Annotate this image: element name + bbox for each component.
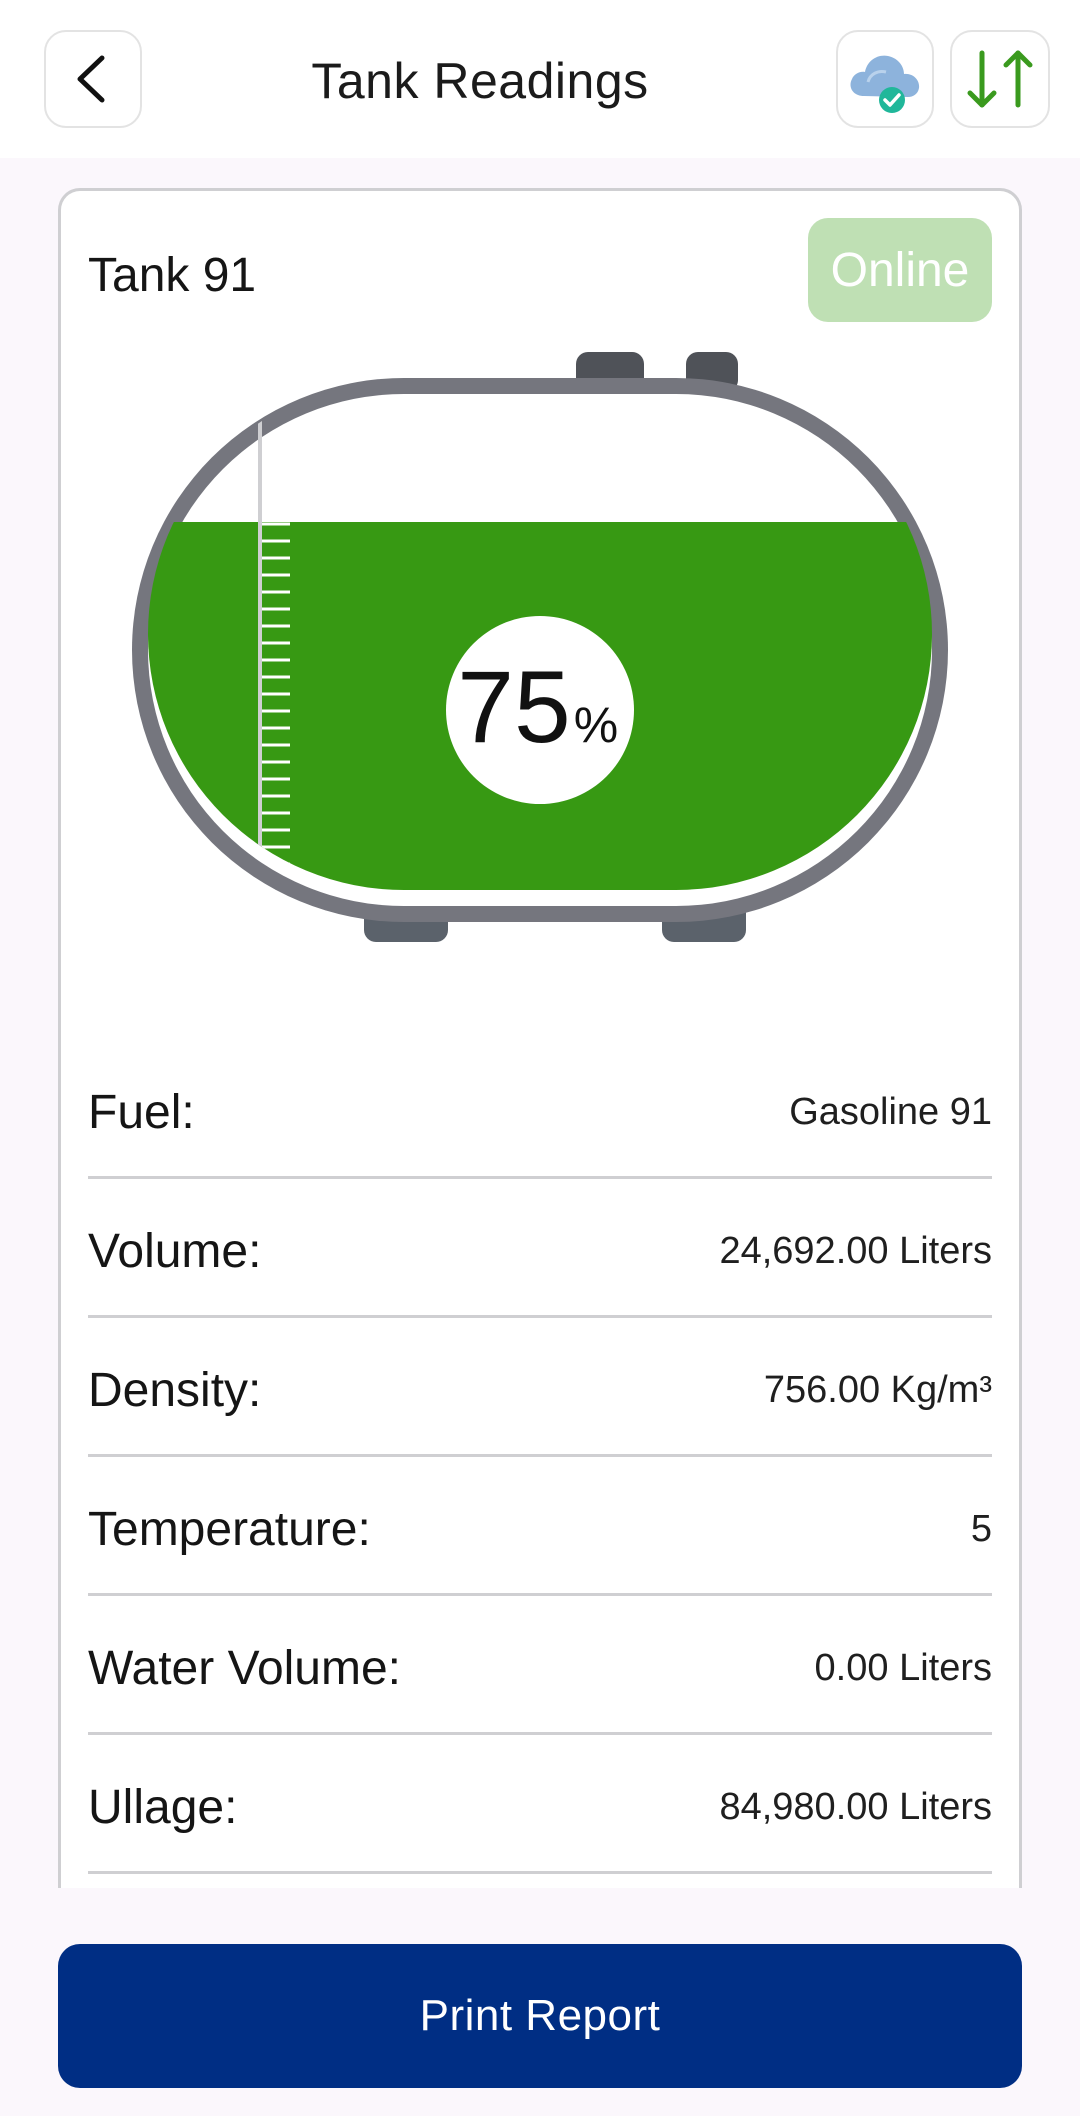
reading-value: 0.00 Liters [814,1646,992,1689]
reading-row-fuel: Fuel: Gasoline 91 [88,1040,992,1179]
reading-row-ullage: Ullage: 84,980.00 Liters [88,1735,992,1874]
fill-percent-value: 75 [457,650,570,764]
reading-label: Temperature: [88,1502,371,1556]
cloud-check-icon [850,55,920,113]
reading-value: 84,980.00 Liters [719,1785,992,1828]
page-title: Tank Readings [311,53,649,109]
chevron-left-icon [77,55,105,103]
top-bar: Tank Readings [0,0,1080,158]
fill-percent-unit: % [574,697,618,753]
sync-button[interactable] [950,30,1050,128]
reading-value: 24,692.00 Liters [719,1229,992,1272]
back-button[interactable] [44,30,142,128]
cloud-sync-status-button[interactable] [836,30,934,128]
reading-row-temperature: Temperature: 5 [88,1457,992,1596]
reading-label: Water Volume: [88,1641,402,1695]
reading-row-volume: Volume: 24,692.00 Liters [88,1179,992,1318]
sync-arrows-icon [967,50,1033,108]
tank-name: Tank 91 [88,249,257,302]
reading-row-density: Density: 756.00 Kg/m³ [88,1318,992,1457]
reading-row-water-volume: Water Volume: 0.00 Liters [88,1596,992,1735]
tank-gauge: 75 % [132,352,948,942]
reading-value: Gasoline 91 [789,1090,992,1133]
reading-label: Ullage: [88,1780,238,1834]
status-badge: Online [808,218,992,322]
reading-value: 5 [970,1507,992,1550]
print-report-button[interactable]: Print Report [58,1944,1022,2088]
readings-list: Fuel: Gasoline 91 Volume: 24,692.00 Lite… [88,1040,992,1874]
reading-label: Fuel: [88,1085,195,1139]
reading-label: Density: [88,1363,262,1417]
reading-value: 756.00 Kg/m³ [763,1368,992,1411]
reading-label: Volume: [88,1224,262,1278]
